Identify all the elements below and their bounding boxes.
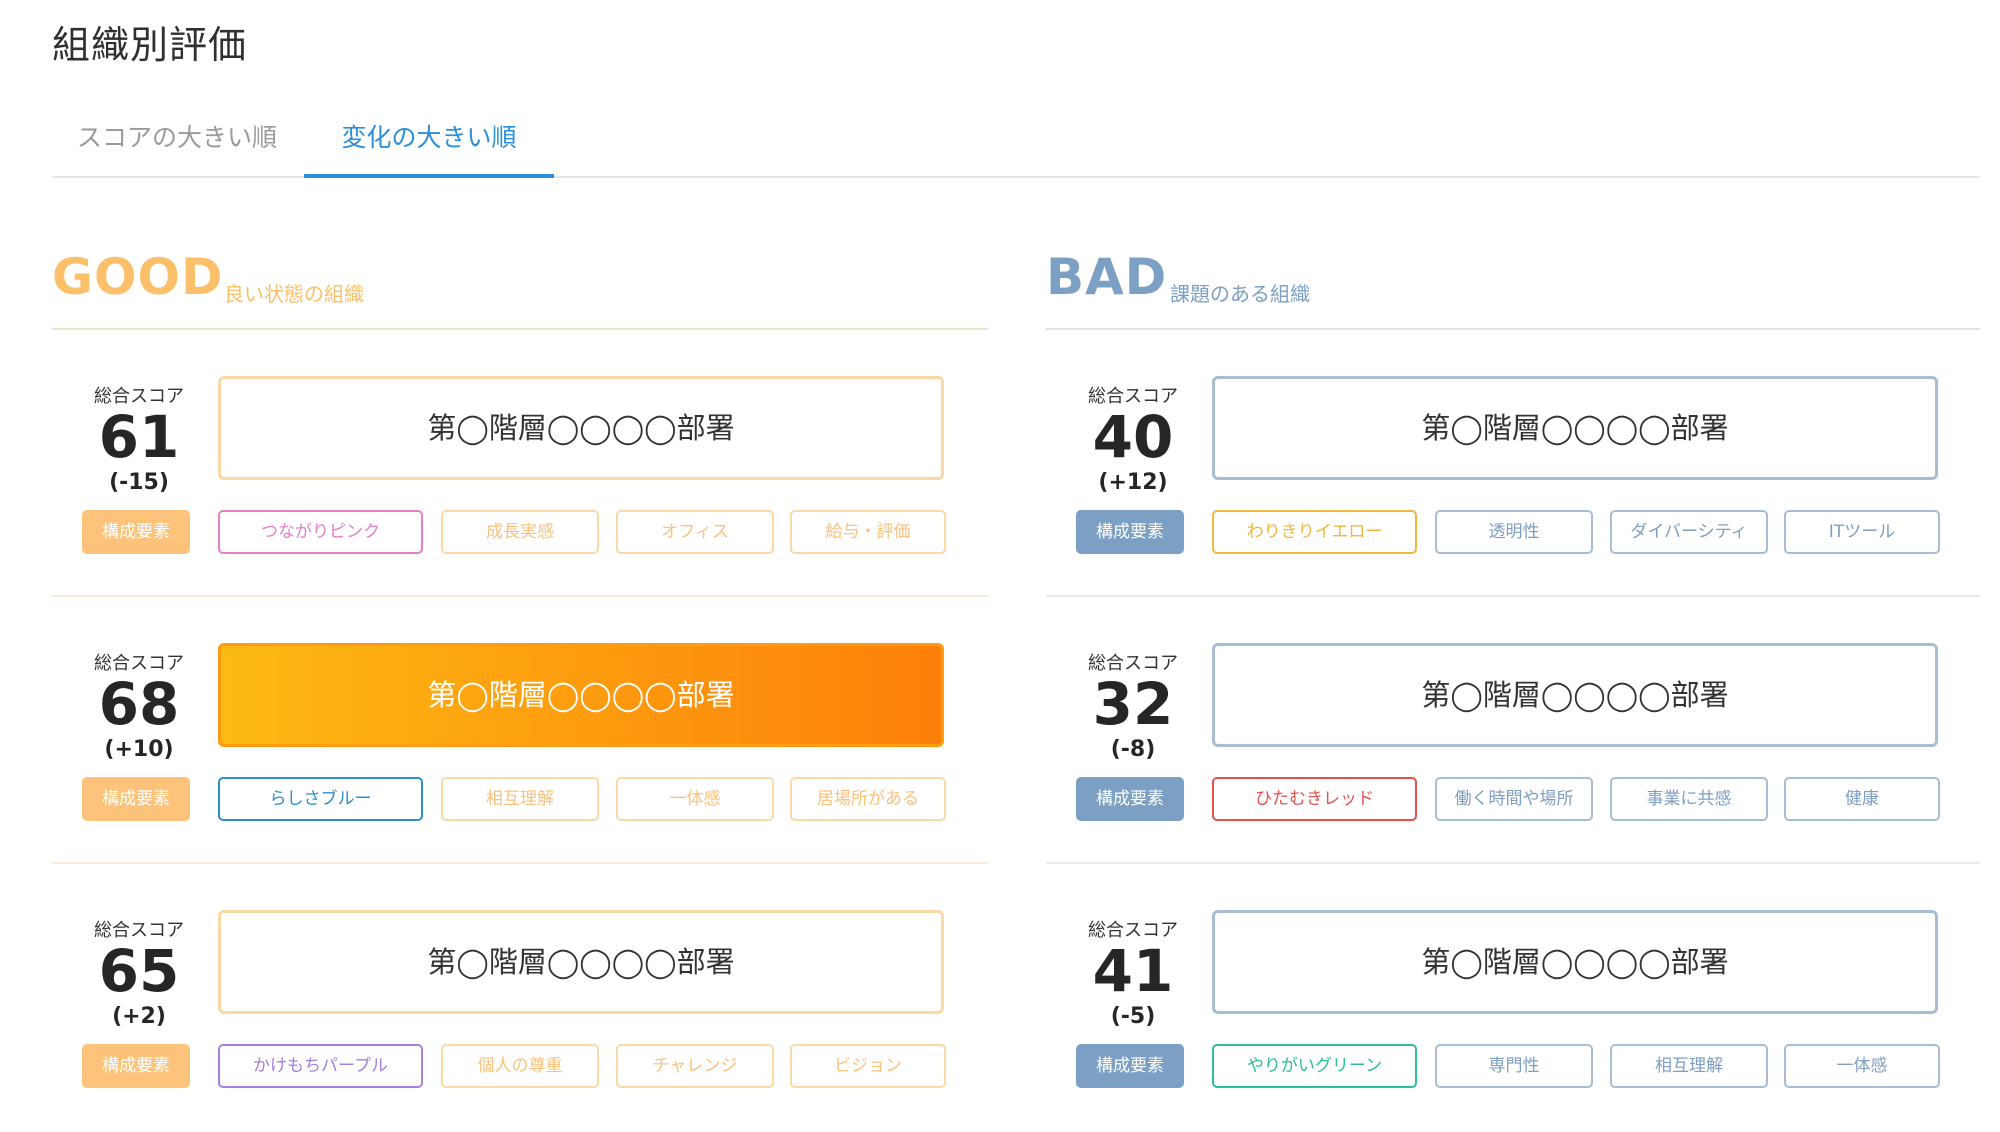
tag-element[interactable]: 相互理解: [441, 777, 599, 821]
tag-element[interactable]: チャレンジ: [616, 1044, 774, 1088]
score-diff: (+2): [112, 1004, 166, 1029]
good-heading-subtitle: 良い状態の組織: [224, 282, 364, 306]
bad-column: BAD 課題のある組織 総合スコア 40 (+12) 第◯階層◯◯◯◯部署 構成…: [1046, 240, 1980, 1131]
score-diff: (+12): [1098, 470, 1168, 495]
tag-element[interactable]: オフィス: [616, 510, 774, 554]
tag-element[interactable]: 個人の尊重: [441, 1044, 599, 1088]
tag-element[interactable]: 相互理解: [1610, 1044, 1768, 1088]
bad-heading: BAD 課題のある組織: [1046, 240, 1980, 330]
tab-score-order[interactable]: スコアの大きい順: [52, 118, 302, 178]
good-org-card-2: 総合スコア 68 (+10) 第◯階層◯◯◯◯部署 構成要素 らしさブルー 相互…: [52, 597, 988, 864]
score-diff: (+10): [104, 737, 174, 762]
sort-tabs: スコアの大きい順 変化の大きい順: [52, 118, 1980, 178]
department-button[interactable]: 第◯階層◯◯◯◯部署: [218, 376, 944, 480]
tag-type[interactable]: つながりピンク: [218, 510, 423, 554]
department-button[interactable]: 第◯階層◯◯◯◯部署: [1212, 910, 1938, 1014]
score-diff: (-5): [1110, 1004, 1156, 1029]
tag-type[interactable]: やりがいグリーン: [1212, 1044, 1417, 1088]
component-label: 構成要素: [1076, 1044, 1184, 1088]
good-heading: GOOD 良い状態の組織: [52, 240, 988, 330]
department-button[interactable]: 第◯階層◯◯◯◯部署: [1212, 643, 1938, 747]
good-card-list: 総合スコア 61 (-15) 第◯階層◯◯◯◯部署 構成要素 つながりピンク 成…: [52, 330, 988, 1131]
page-title: 組織別評価: [52, 23, 248, 67]
score-value: 32: [1092, 670, 1174, 738]
good-column: GOOD 良い状態の組織 総合スコア 61 (-15) 第◯階層◯◯◯◯部署 構…: [52, 240, 988, 1131]
bad-heading-subtitle: 課題のある組織: [1170, 282, 1310, 306]
tag-element[interactable]: ITツール: [1784, 510, 1940, 554]
score-value: 40: [1092, 403, 1174, 471]
score-diff: (-8): [1110, 737, 1156, 762]
component-label: 構成要素: [1076, 510, 1184, 554]
score-value: 61: [98, 403, 180, 471]
tab-change-order[interactable]: 変化の大きい順: [304, 118, 554, 178]
tag-type[interactable]: かけもちパープル: [218, 1044, 423, 1088]
component-label: 構成要素: [1076, 777, 1184, 821]
department-button[interactable]: 第◯階層◯◯◯◯部署: [218, 910, 944, 1014]
tag-element[interactable]: ビジョン: [790, 1044, 946, 1088]
tag-element[interactable]: 透明性: [1435, 510, 1593, 554]
tag-element[interactable]: 専門性: [1435, 1044, 1593, 1088]
bad-heading-title: BAD: [1046, 248, 1168, 306]
component-label: 構成要素: [82, 777, 190, 821]
department-button[interactable]: 第◯階層◯◯◯◯部署: [1212, 376, 1938, 480]
tag-element[interactable]: ダイバーシティ: [1610, 510, 1768, 554]
bad-card-list: 総合スコア 40 (+12) 第◯階層◯◯◯◯部署 構成要素 わりきりイエロー …: [1046, 330, 1980, 1131]
tag-element[interactable]: 事業に共感: [1610, 777, 1768, 821]
tag-element[interactable]: 給与・評価: [790, 510, 946, 554]
tag-element[interactable]: 成長実感: [441, 510, 599, 554]
tag-element[interactable]: 一体感: [1784, 1044, 1940, 1088]
component-label: 構成要素: [82, 1044, 190, 1088]
score-value: 68: [98, 670, 180, 738]
component-label: 構成要素: [82, 510, 190, 554]
department-button[interactable]: 第◯階層◯◯◯◯部署: [218, 643, 944, 747]
bad-org-card-1: 総合スコア 40 (+12) 第◯階層◯◯◯◯部署 構成要素 わりきりイエロー …: [1046, 330, 1980, 597]
score-value: 65: [98, 937, 180, 1005]
good-heading-title: GOOD: [52, 248, 224, 306]
good-org-card-3: 総合スコア 65 (+2) 第◯階層◯◯◯◯部署 構成要素 かけもちパープル 個…: [52, 864, 988, 1131]
bad-org-card-3: 総合スコア 41 (-5) 第◯階層◯◯◯◯部署 構成要素 やりがいグリーン 専…: [1046, 864, 1980, 1131]
good-org-card-1: 総合スコア 61 (-15) 第◯階層◯◯◯◯部署 構成要素 つながりピンク 成…: [52, 330, 988, 597]
bad-org-card-2: 総合スコア 32 (-8) 第◯階層◯◯◯◯部署 構成要素 ひたむきレッド 働く…: [1046, 597, 1980, 864]
tag-element[interactable]: 居場所がある: [790, 777, 946, 821]
score-value: 41: [1092, 937, 1174, 1005]
tag-element[interactable]: 一体感: [616, 777, 774, 821]
tag-element[interactable]: 働く時間や場所: [1435, 777, 1593, 821]
score-diff: (-15): [109, 470, 169, 495]
tag-element[interactable]: 健康: [1784, 777, 1940, 821]
tag-type[interactable]: らしさブルー: [218, 777, 423, 821]
tag-type[interactable]: ひたむきレッド: [1212, 777, 1417, 821]
tag-type[interactable]: わりきりイエロー: [1212, 510, 1417, 554]
